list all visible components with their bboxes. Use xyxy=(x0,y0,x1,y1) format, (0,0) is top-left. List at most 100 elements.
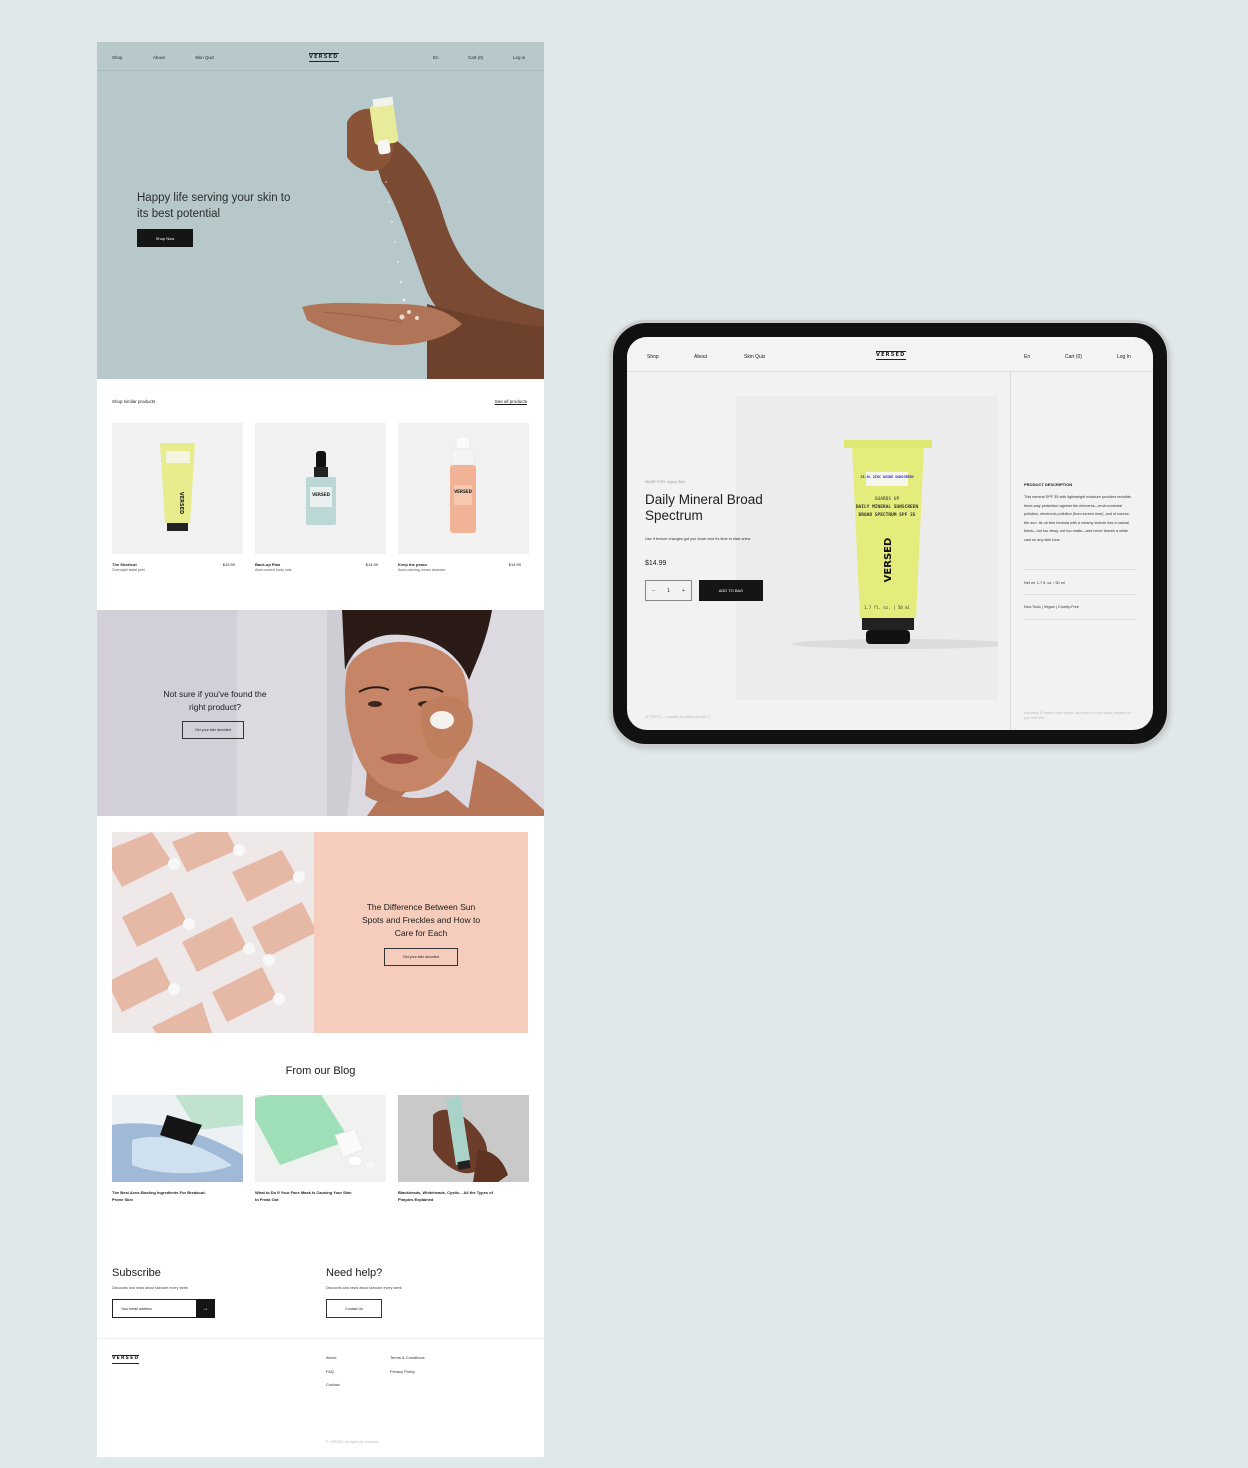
email-input[interactable]: Your email address → xyxy=(112,1299,215,1318)
footer-contact-link[interactable]: Contact xyxy=(326,1382,340,1387)
tablet-nav-login[interactable]: Log In xyxy=(1117,354,1131,360)
serum-bottle-image: VERSED xyxy=(306,451,336,525)
product-image-panel: 25.0% ZINC OXIDE SUNSCREEN GUARDS UP DAI… xyxy=(736,396,1011,700)
tablet-nav-about[interactable]: About xyxy=(694,354,707,360)
tablet-nav-shop[interactable]: Shop xyxy=(647,354,659,360)
usage-note: Use within 12 months once opened, and ke… xyxy=(1024,711,1131,720)
svg-text:VERSED: VERSED xyxy=(454,489,473,494)
tube-size: 1.7 fl. oz. | 50 ml xyxy=(864,605,910,610)
see-all-products-link[interactable]: See all products xyxy=(495,399,527,404)
yellow-tube-image: VERSED xyxy=(160,443,195,531)
tablet-logo[interactable]: VERSED xyxy=(876,351,906,360)
footer-terms-link[interactable]: Terms & Conditions xyxy=(390,1355,425,1360)
tube-spf-label: 25.0% ZINC OXIDE SUNSCREEN xyxy=(860,475,913,479)
article-panel: The Difference Between Sun Spots and Fre… xyxy=(314,832,528,1033)
blog-post-title: The Best Acne-Busting Ingredients For Br… xyxy=(112,1190,206,1202)
product-image: VERSED xyxy=(112,423,243,554)
product-price: $14.99 xyxy=(365,562,378,567)
product-price: $14.99 xyxy=(645,560,667,567)
nav-about[interactable]: About xyxy=(153,55,165,60)
footer-logo[interactable]: VERSED xyxy=(112,1355,140,1364)
blog-image xyxy=(255,1095,386,1182)
quiz-title: Not sure if you've found the right produ… xyxy=(163,689,267,712)
product-image: VERSED xyxy=(398,423,529,554)
website-mockup: Shop About Skin Quiz VERSED En Cart (0) … xyxy=(97,42,544,1457)
footer-about-link[interactable]: About xyxy=(326,1355,336,1360)
product-category: MADE FOR: Aging Skin xyxy=(645,480,686,484)
nav-language[interactable]: En xyxy=(433,55,439,60)
nav-cart[interactable]: Cart (0) xyxy=(468,55,483,60)
site-nav: Shop About Skin Quiz VERSED En Cart (0) … xyxy=(97,42,544,71)
add-to-bag-button[interactable]: ADD TO BAG xyxy=(699,580,763,601)
product-title: Daily Mineral Broad Spectrum xyxy=(645,492,763,523)
cleanser-bottle-image: VERSED xyxy=(450,436,476,533)
pink-tubes-image xyxy=(112,832,314,1033)
nav-shop[interactable]: Shop xyxy=(112,55,123,60)
blog-title: From our Blog xyxy=(285,1065,356,1077)
article-image xyxy=(112,832,314,1033)
footer-divider xyxy=(97,1338,544,1339)
nav-skin-quiz[interactable]: Skin Quiz xyxy=(195,55,214,60)
minus-button[interactable]: − xyxy=(652,588,655,594)
footer-privacy-link[interactable]: Privacy Policy xyxy=(390,1369,415,1374)
tablet-screen: Shop About Skin Quiz VERSED En Cart (0) … xyxy=(627,337,1153,730)
nav-login[interactable]: Log in xyxy=(513,55,525,60)
tube-line2: DAILY MINERAL SUNSCREEN xyxy=(856,504,919,510)
blog-post-title: What to Do If Your Face Mask Is Causing … xyxy=(255,1190,352,1202)
net-weight: Net wt. 1.7 fl. oz. / 50 ml xyxy=(1024,581,1065,585)
subscribe-title: Subscribe xyxy=(112,1267,161,1279)
hero-content: Happy life serving your skin to its best… xyxy=(97,42,544,379)
product-price: $14.99 xyxy=(508,562,521,567)
copyright: © VERSED. All rights are reserved. xyxy=(326,1440,379,1444)
help-title: Need help? xyxy=(326,1267,383,1279)
blue-gel-image xyxy=(112,1095,243,1182)
tablet-nav-cart[interactable]: Cart (0) xyxy=(1065,354,1082,360)
blog-post-card[interactable]: Blackheads, Whiteheads, Cystic... All th… xyxy=(398,1095,529,1203)
blog-post-title: Blackheads, Whiteheads, Cystic... All th… xyxy=(398,1190,493,1202)
details-divider xyxy=(1024,594,1136,595)
hero-title: Happy life serving your skin to its best… xyxy=(137,192,291,220)
site-logo[interactable]: VERSED xyxy=(309,53,339,62)
tube-line1: GUARDS UP xyxy=(875,496,900,502)
article-button[interactable]: Get your skin decoded xyxy=(384,948,458,966)
skin-decoded-button[interactable]: Get your skin decoded xyxy=(182,721,244,739)
blog-post-card[interactable]: What to Do If Your Face Mask Is Causing … xyxy=(255,1095,386,1203)
blog-image xyxy=(398,1095,529,1182)
email-placeholder: Your email address xyxy=(121,1306,152,1311)
skin-quiz-banner: Not sure if you've found the right produ… xyxy=(97,610,544,816)
hand-tube-image xyxy=(433,1095,508,1182)
product-subtitle: Overnight facial peel xyxy=(112,568,145,572)
blog-image xyxy=(112,1095,243,1182)
quantity-value: 1 xyxy=(667,587,670,594)
product-card[interactable]: VERSED Keep the peace Acne-calming cream… xyxy=(398,423,529,572)
article-title: The Difference Between Sun Spots and Fre… xyxy=(361,902,481,938)
product-image: VERSED xyxy=(255,423,386,554)
tablet-nav-skin-quiz[interactable]: Skin Quiz xyxy=(744,354,765,360)
product-card[interactable]: VERSED Back-up Plan Acne-control body mi… xyxy=(255,423,386,572)
details-divider xyxy=(1024,619,1136,620)
svg-text:VERSED: VERSED xyxy=(178,492,184,514)
product-subtitle: Acne-calming cream cleanser xyxy=(398,568,446,572)
description-heading: PRODUCT DESCRIPTION xyxy=(1024,482,1073,487)
contact-us-button[interactable]: Contact Us xyxy=(326,1299,382,1318)
details-divider xyxy=(1024,569,1136,570)
blog-post-card[interactable]: The Best Acne-Busting Ingredients For Br… xyxy=(112,1095,243,1203)
product-tags: Non-Toxic | Vegan | Cruelty-Free xyxy=(1024,605,1079,609)
product-price: $19.99 xyxy=(222,562,235,567)
quantity-stepper[interactable]: − 1 + xyxy=(645,580,692,601)
afterpay-note: AFTERPAY — available for orders over $35… xyxy=(645,715,711,719)
subscribe-text: Discounts and news about skincare every … xyxy=(112,1286,188,1290)
tablet-nav: Shop About Skin Quiz VERSED En Cart (0) … xyxy=(627,337,1153,372)
description-text: This mineral SPF 35 with lightweight moi… xyxy=(1024,495,1132,542)
footer-faq-link[interactable]: FAQ xyxy=(326,1369,334,1374)
shop-now-button[interactable]: Shop Now xyxy=(137,229,193,247)
mint-tube-image xyxy=(255,1095,374,1168)
product-card[interactable]: VERSED The Shortcut Overnight facial pee… xyxy=(112,423,243,572)
subscribe-arrow-button[interactable]: → xyxy=(196,1299,215,1318)
plus-button[interactable]: + xyxy=(682,588,685,594)
details-divider xyxy=(1010,372,1011,730)
help-text: Discounts and news about skincare every … xyxy=(326,1286,402,1290)
sunscreen-tube-image: 25.0% ZINC OXIDE SUNSCREEN GUARDS UP DAI… xyxy=(791,440,1011,649)
featured-article[interactable]: The Difference Between Sun Spots and Fre… xyxy=(112,832,528,1033)
tablet-nav-language[interactable]: En xyxy=(1024,354,1030,360)
